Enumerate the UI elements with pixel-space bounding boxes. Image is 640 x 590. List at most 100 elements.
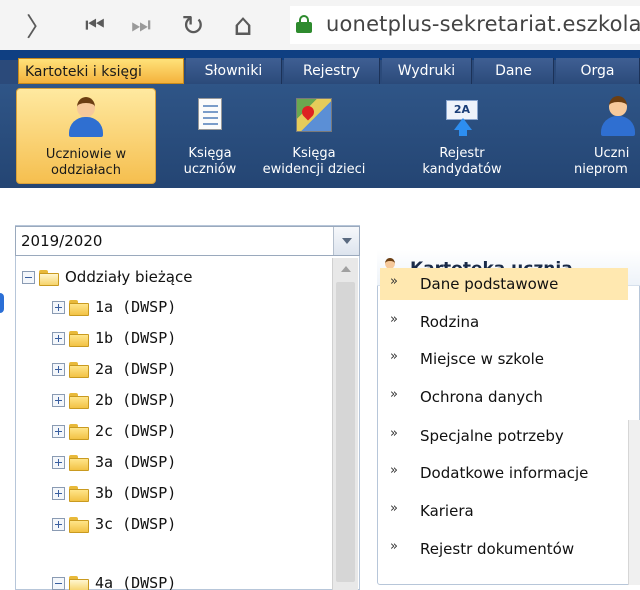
tree-node-class[interactable]: 3a (DWSP): [52, 451, 322, 477]
tree-node-label: 4a (DWSP): [95, 574, 177, 590]
menu-item-miejsce-w-szkole[interactable]: » Miejsce w szkole: [380, 343, 628, 375]
school-year-value: 2019/2020: [21, 232, 103, 250]
tool-label-line1: Księga: [188, 146, 232, 161]
tool-label-line2: oddziałach: [51, 163, 121, 178]
tab-wydruki[interactable]: Wydruki: [382, 58, 472, 84]
menu-item-label: Rejestr dokumentów: [420, 540, 575, 558]
tree-scrollbar[interactable]: [332, 258, 358, 590]
rejestr-kandydatow-button[interactable]: 2A Rejestr kandydatów: [412, 88, 512, 184]
tool-label-line2: ewidencji dzieci: [262, 162, 366, 177]
tab-organizacja[interactable]: Orga: [556, 58, 640, 84]
menu-item-kariera[interactable]: » Kariera: [380, 495, 628, 527]
scroll-thumb[interactable]: [336, 282, 355, 582]
tree-node-class[interactable]: 1a (DWSP): [52, 296, 322, 322]
folder-icon: [69, 393, 89, 409]
expand-icon[interactable]: [52, 301, 65, 314]
collapse-icon[interactable]: [22, 271, 35, 284]
kartoteka-scrollbar[interactable]: [628, 420, 640, 585]
browser-toolbar: 〉 ⏮ ⏭ ↻ ⌂ uonetplus-sekretariat.eszkola.…: [0, 0, 640, 50]
folder-icon: [69, 300, 89, 316]
register-icon: 2A: [442, 96, 482, 136]
chevron-down-icon[interactable]: [333, 227, 359, 255]
back-button[interactable]: 〉: [22, 8, 56, 43]
tree-node-class[interactable]: 3b (DWSP): [52, 482, 322, 508]
tab-slowniki[interactable]: Słowniki: [186, 58, 282, 84]
tool-label-line1: Księga: [292, 146, 336, 161]
chevron-right-icon: »: [390, 463, 398, 478]
folder-icon: [69, 486, 89, 502]
tool-label-line2: kandydatów: [422, 162, 502, 177]
tool-label-line1: Rejestr: [439, 146, 485, 161]
menu-item-rodzina[interactable]: » Rodzina: [380, 306, 628, 338]
student-icon: [598, 96, 638, 136]
ksiega-ewidencji-dzieci-button[interactable]: Księga ewidencji dzieci: [256, 88, 372, 184]
folder-icon: [69, 424, 89, 440]
tree-node-label: 3b (DWSP): [95, 484, 177, 502]
expand-icon[interactable]: [52, 456, 65, 469]
ksiega-uczniow-button[interactable]: Księga uczniów: [170, 88, 250, 184]
map-icon: [294, 96, 334, 136]
chevron-right-icon: »: [390, 539, 398, 554]
tool-label-line1: Uczni: [594, 146, 630, 161]
expand-icon[interactable]: [52, 363, 65, 376]
tab-rejestry[interactable]: Rejestry: [284, 58, 380, 84]
tree-node-class[interactable]: 3c (DWSP): [52, 513, 322, 539]
school-year-select[interactable]: 2019/2020: [15, 226, 360, 256]
uczniowie-w-oddzialach-button[interactable]: Uczniowie w oddziałach: [16, 88, 156, 184]
tool-label-line1: Uczniowie w: [45, 147, 127, 162]
tool-label-line2: nieprom: [574, 162, 628, 177]
tree-node-class[interactable]: 1b (DWSP): [52, 327, 322, 353]
app-window: 〉 ⏮ ⏭ ↻ ⌂ uonetplus-sekretariat.eszkola.…: [0, 0, 640, 590]
expand-icon[interactable]: [52, 394, 65, 407]
chevron-right-icon: »: [390, 426, 398, 441]
menu-item-specjalne-potrzeby[interactable]: » Specjalne potrzeby: [380, 420, 628, 452]
collapse-icon[interactable]: [52, 577, 65, 590]
first-button[interactable]: ⏮: [78, 8, 112, 42]
book-icon: [190, 96, 230, 136]
tree-node-label: 3a (DWSP): [95, 453, 177, 471]
student-icon: [66, 97, 106, 137]
tree-node-label: Oddziały bieżące: [65, 268, 193, 286]
folder-icon: [69, 517, 89, 533]
menu-item-rejestr-dokumentow[interactable]: » Rejestr dokumentów: [380, 533, 628, 565]
menu-item-dodatkowe-informacje[interactable]: » Dodatkowe informacje: [380, 457, 628, 489]
splitter-handle[interactable]: [0, 293, 4, 313]
menu-item-label: Rodzina: [420, 313, 480, 331]
last-icon: ⏭: [131, 12, 151, 38]
back-icon: 〉: [25, 12, 52, 43]
menu-item-label: Specjalne potrzeby: [420, 427, 564, 445]
tree-node-label: 2a (DWSP): [95, 360, 177, 378]
home-button[interactable]: ⌂: [226, 8, 260, 43]
menu-item-dane-podstawowe[interactable]: » Dane podstawowe: [380, 268, 628, 300]
tree-node-class[interactable]: 2b (DWSP): [52, 389, 322, 415]
tree-node-label: 2c (DWSP): [95, 422, 177, 440]
menu-item-ochrona-danych[interactable]: » Ochrona danych: [380, 381, 628, 413]
open-folder-icon: [69, 576, 89, 590]
folder-icon: [69, 362, 89, 378]
tool-label-line2: uczniów: [183, 162, 237, 177]
address-bar[interactable]: uonetplus-sekretariat.eszkola.o: [290, 6, 640, 44]
menu-item-label: Kariera: [420, 502, 474, 520]
scroll-up-icon[interactable]: [341, 266, 351, 272]
tab-dane[interactable]: Dane: [474, 58, 554, 84]
expand-icon[interactable]: [52, 518, 65, 531]
tab-kartoteki[interactable]: Kartoteki i księgi: [18, 58, 184, 84]
expand-icon[interactable]: [52, 487, 65, 500]
last-button[interactable]: ⏭: [124, 8, 158, 42]
chevron-right-icon: »: [390, 274, 398, 289]
lock-icon: [296, 15, 312, 33]
menu-item-label: Dodatkowe informacje: [420, 464, 589, 482]
tree-node-oddzialy-biezace[interactable]: Oddziały bieżące: [22, 266, 322, 292]
uczniowie-niepromowani-button[interactable]: Uczni nieprom: [574, 88, 640, 184]
reload-button[interactable]: ↻: [176, 8, 210, 42]
expand-icon[interactable]: [52, 425, 65, 438]
menu-item-label: Miejsce w szkole: [420, 350, 545, 368]
reload-icon: ↻: [181, 8, 205, 42]
tree-node-class[interactable]: 2c (DWSP): [52, 420, 322, 446]
folder-icon: [69, 455, 89, 471]
expand-icon[interactable]: [52, 332, 65, 345]
tree-node-class[interactable]: 4a (DWSP): [52, 572, 322, 590]
first-icon: ⏮: [85, 12, 105, 38]
tree-node-class[interactable]: 2a (DWSP): [52, 358, 322, 384]
chevron-right-icon: »: [390, 387, 398, 402]
